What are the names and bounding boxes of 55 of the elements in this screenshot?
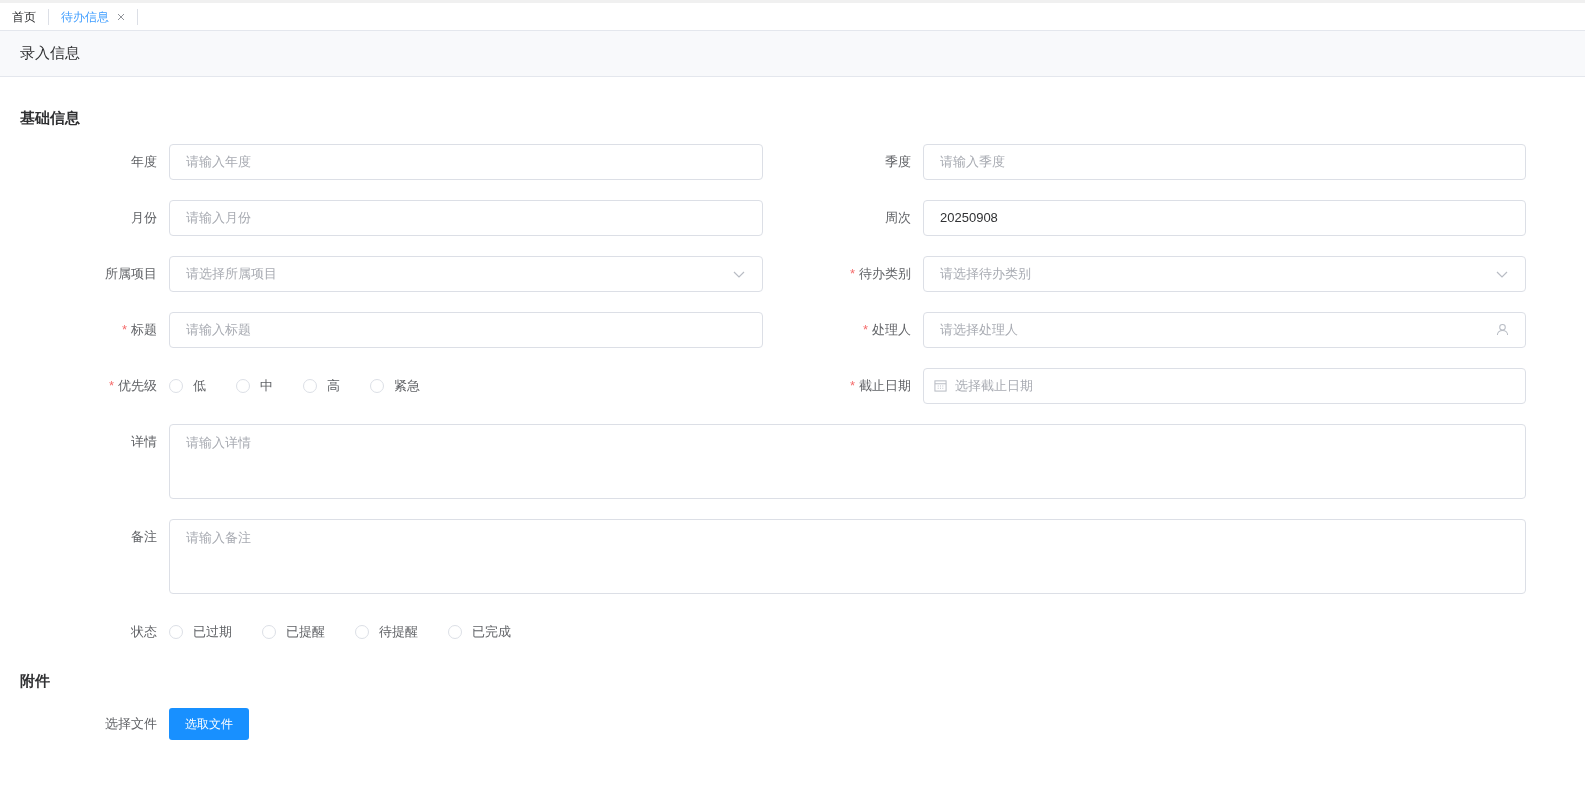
field-label: 截止日期 bbox=[859, 376, 911, 395]
field-label: 周次 bbox=[885, 208, 911, 227]
radio-label: 低 bbox=[193, 376, 206, 395]
field-label: 季度 bbox=[885, 152, 911, 171]
radio-button[interactable] bbox=[303, 378, 317, 393]
radio-label: 已完成 bbox=[472, 622, 511, 641]
select-field[interactable]: 请选择处理人 bbox=[923, 311, 1526, 348]
field-label: 详情 bbox=[131, 432, 157, 451]
calendar-icon bbox=[934, 379, 947, 392]
radio-label: 中 bbox=[260, 376, 273, 395]
section-title: 基础信息 bbox=[19, 108, 81, 128]
radio-button[interactable] bbox=[262, 624, 276, 639]
required-asterisk: * bbox=[849, 376, 855, 395]
radio-label: 已提醒 bbox=[286, 622, 325, 641]
field-label: 标题 bbox=[131, 320, 157, 339]
required-asterisk: * bbox=[849, 264, 855, 283]
close-icon[interactable] bbox=[117, 12, 125, 21]
field-label: 状态 bbox=[131, 622, 157, 641]
date-field[interactable]: 选择截止日期 bbox=[923, 367, 1526, 404]
radio-button[interactable] bbox=[169, 378, 183, 393]
radio-label: 高 bbox=[327, 376, 340, 395]
user-icon bbox=[1496, 323, 1509, 336]
section-title: 附件 bbox=[19, 670, 51, 691]
radio-button[interactable] bbox=[169, 624, 183, 639]
field-label: 备注 bbox=[131, 527, 157, 546]
input-field[interactable]: 请输入季度 bbox=[923, 143, 1526, 180]
radio-button[interactable] bbox=[236, 378, 250, 393]
radio-label: 已过期 bbox=[193, 622, 232, 641]
radio-button[interactable] bbox=[355, 624, 369, 639]
input-field[interactable]: 请输入年度 bbox=[169, 143, 763, 180]
field-label: 选择文件 bbox=[105, 715, 157, 734]
select-field[interactable]: 请选择待办类别 bbox=[923, 255, 1526, 292]
radio-label: 紧急 bbox=[394, 376, 420, 395]
input-field[interactable]: 请输入月份 bbox=[169, 199, 763, 236]
field-label: 年度 bbox=[131, 152, 157, 171]
radio-label: 待提醒 bbox=[379, 622, 418, 641]
field-label: 所属项目 bbox=[105, 264, 157, 283]
field-label: 待办类别 bbox=[859, 264, 911, 283]
radio-button[interactable] bbox=[448, 624, 462, 639]
field-label: 优先级 bbox=[118, 376, 157, 395]
input-field[interactable]: 请输入标题 bbox=[169, 311, 763, 348]
required-asterisk: * bbox=[862, 320, 868, 339]
field-label: 处理人 bbox=[872, 320, 911, 339]
textarea-field[interactable]: 请输入备注 bbox=[169, 518, 1526, 594]
select-field[interactable]: 请选择所属项目 bbox=[169, 255, 763, 292]
required-asterisk: * bbox=[108, 376, 114, 395]
textarea-field[interactable]: 请输入详情 bbox=[169, 423, 1526, 499]
required-asterisk: * bbox=[121, 320, 127, 339]
page-tab[interactable]: 待办信息 bbox=[55, 7, 131, 26]
page-title: 录入信息 bbox=[20, 43, 80, 64]
page-tab[interactable]: 首页 bbox=[6, 7, 42, 26]
radio-button[interactable] bbox=[370, 378, 384, 393]
field-label: 月份 bbox=[131, 208, 157, 227]
input-field[interactable]: 20250908 bbox=[923, 199, 1526, 236]
choose-file-button[interactable]: 选取文件 bbox=[169, 708, 249, 740]
